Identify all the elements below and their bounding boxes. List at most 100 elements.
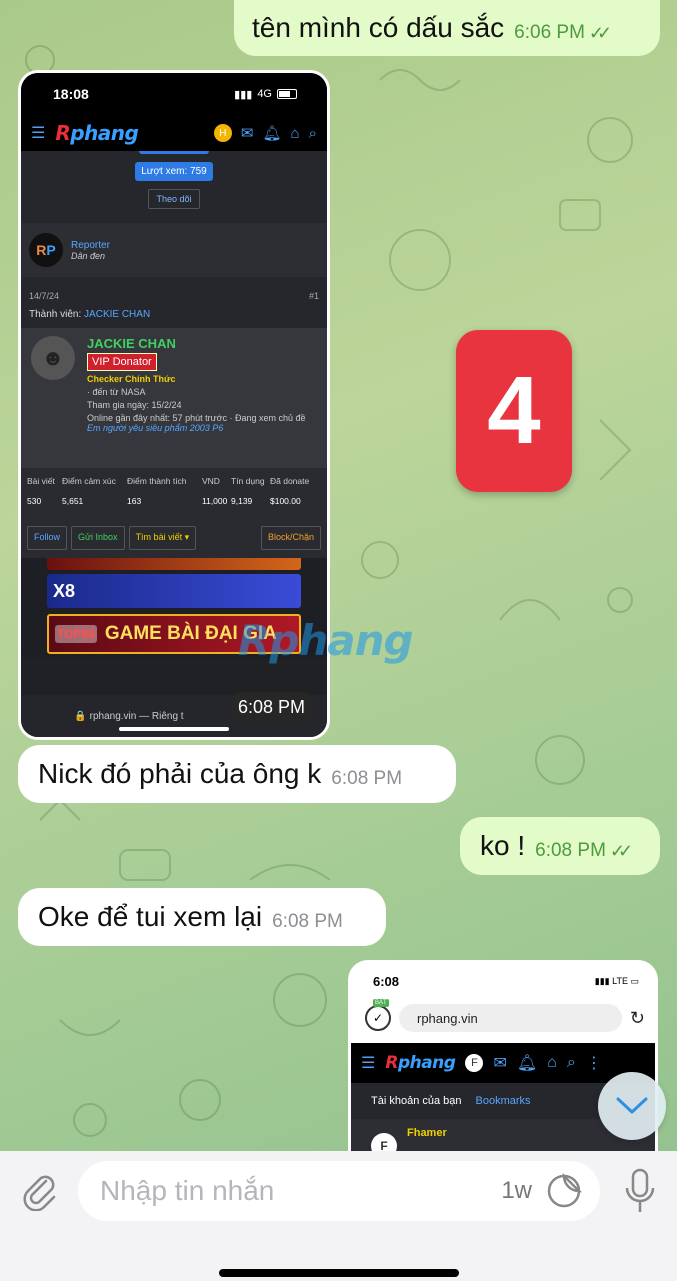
message-text: tên mình có dấu sắc (252, 12, 505, 43)
read-check-icon: ✓✓ (609, 840, 633, 861)
attach-button[interactable] (18, 1169, 62, 1213)
coin-icon: H (213, 124, 232, 142)
views-button: Lượt xem: 759 (135, 162, 213, 181)
find-posts-button: Tìm bài viết ▾ (128, 526, 197, 550)
site-header: ☰ Rphang H ✉ 🔔︎ ⌂ ⌕ (21, 115, 327, 151)
ad-banner-x8: X8 (47, 574, 301, 608)
shield-icon: ✓ BẬT (365, 999, 391, 1031)
search-icon: ⌕ (308, 124, 317, 142)
menu-icon: ☰ (31, 125, 46, 142)
stat-label: Điểm cảm xúc (62, 476, 116, 486)
scroll-to-bottom-button[interactable] (598, 1072, 666, 1140)
message-input[interactable] (100, 1175, 502, 1207)
profile-actions: Follow Gửi Inbox Tìm bài viết ▾ Block/Ch… (21, 518, 327, 558)
incoming-message[interactable]: Nick đó phải của ông k 6:08 PM (18, 745, 456, 803)
profile-avatar: ☻ (31, 336, 75, 380)
post-date: 14/7/24 (29, 291, 60, 301)
watermark-logo: Rphang (238, 616, 414, 665)
phone-home-indicator (119, 727, 229, 731)
more-icon: ⋮ (585, 1055, 602, 1072)
stat-value: 5,651 (62, 495, 84, 506)
store-icon: ⌂ (290, 124, 300, 142)
post-number: #1 (308, 291, 319, 301)
sticker-number-4[interactable]: 4 (456, 330, 572, 492)
bell-icon: 🔔︎ (262, 125, 282, 142)
phone-clock: 18:08 (53, 86, 89, 102)
stat-label: Đã donate (270, 476, 310, 486)
message-time: 6:06 PM (514, 22, 585, 43)
send-inbox-button: Gửi Inbox (71, 526, 125, 550)
profile-stats: Bài viết Điểm cảm xúc Điểm thành tích VN… (21, 468, 327, 518)
stat-label: VND (202, 476, 220, 486)
reporter-avatar: RP (29, 233, 63, 267)
profile-role: Checker Chính Thức (87, 374, 176, 384)
network-label: LTE (612, 975, 628, 986)
online-thread-link: Em người yêu siêu phẩm 2003 P6 (87, 423, 224, 433)
sticker-icon[interactable] (546, 1173, 582, 1209)
tab-bookmarks: Bookmarks (475, 1095, 531, 1107)
mail-icon: ✉ (240, 125, 254, 142)
profile-joined: Tham gia ngày: 15/2/24 (87, 400, 182, 410)
ad-banner-top (47, 558, 301, 570)
incoming-message[interactable]: Oke để tui xem lại 6:08 PM (18, 888, 386, 946)
address-field: rphang.vin (399, 1004, 622, 1032)
avatar: F (465, 1054, 484, 1072)
block-button: Block/Chặn (260, 526, 321, 550)
stat-value: 11,000 (202, 495, 228, 506)
battery-icon: ▭ (630, 975, 639, 986)
signal-icon: ▮▮▮ (594, 975, 613, 986)
phone-status-bar: 6:08 ▮▮▮ LTE ▭ (351, 963, 655, 999)
message-text: ko ! (480, 830, 526, 861)
mail-icon: ✉ (493, 1055, 507, 1072)
store-icon: ⌂ (547, 1054, 557, 1071)
phone-clock: 6:08 (373, 973, 400, 989)
auto-delete-timer-label: 1w (501, 1177, 532, 1204)
site-header: ☰ Rphang F ✉ 🔔︎ ⌂ ⌕ ⋮ (351, 1043, 655, 1083)
vip-badge: VIP Donator (87, 353, 157, 371)
message-text: Oke để tui xem lại (38, 901, 263, 932)
member-name: JACKIE CHAN (84, 309, 151, 320)
stat-label: Bài viết (27, 476, 55, 486)
stat-label: Điểm thành tích (127, 476, 187, 486)
stat-value: 530 (27, 495, 42, 506)
stat-value: $100.00 (270, 495, 301, 506)
voice-record-button[interactable] (618, 1167, 662, 1217)
stat-value: 163 (127, 495, 142, 506)
paperclip-icon (23, 1175, 56, 1211)
reporter-row: RP Reporter Dân đen (21, 223, 327, 277)
profile-location: · đến từ NASA (87, 387, 146, 397)
top-button-edge (139, 151, 209, 154)
search-icon: ⌕ (566, 1054, 576, 1071)
follow-button: Follow (27, 526, 68, 550)
message-time: 6:08 PM (272, 911, 343, 932)
site-logo: Rphang (55, 121, 139, 145)
profile-name: JACKIE CHAN (87, 336, 176, 351)
chevron-down-icon (616, 1097, 648, 1114)
menu-icon: ☰ (361, 1055, 376, 1072)
message-input-box[interactable]: 1w (78, 1161, 600, 1221)
home-indicator (219, 1269, 459, 1277)
site-logo: Rphang (385, 1053, 456, 1073)
outgoing-message[interactable]: ko ! 6:08 PM ✓✓ (460, 817, 660, 875)
phone-status-bar: 18:08 ▮▮▮ 4G (21, 73, 327, 115)
member-line: Thành viên: JACKIE CHAN (29, 309, 151, 320)
follow-thread-button: Theo dõi (148, 189, 200, 209)
message-composer: 1w (0, 1151, 677, 1281)
profile-card: ☻ JACKIE CHAN VIP Donator Checker Chính … (21, 328, 327, 468)
outgoing-message[interactable]: tên mình có dấu sắc 6:06 PM ✓✓ (234, 0, 660, 56)
network-label: 4G (257, 88, 272, 100)
image-timestamp: 6:08 PM (227, 692, 315, 723)
profile-online: Online gần đây nhất: 57 phút trước · Đan… (87, 413, 306, 433)
signal-icon: ▮▮▮ (234, 88, 253, 101)
stat-value: 9,139 (231, 495, 253, 506)
stat-label: Tín dụng (231, 476, 265, 486)
browser-address-row: ✓ BẬT rphang.vin ↻ (351, 999, 655, 1037)
read-check-icon: ✓✓ (588, 22, 612, 43)
bell-icon: 🔔︎ (516, 1055, 538, 1072)
battery-icon (277, 89, 297, 99)
tab-account: Tài khoản của bạn (371, 1095, 462, 1107)
reporter-name: Reporter (71, 239, 110, 251)
message-time: 6:08 PM (331, 768, 403, 789)
message-text: Nick đó phải của ông k (38, 758, 322, 789)
message-time: 6:08 PM (535, 840, 606, 861)
